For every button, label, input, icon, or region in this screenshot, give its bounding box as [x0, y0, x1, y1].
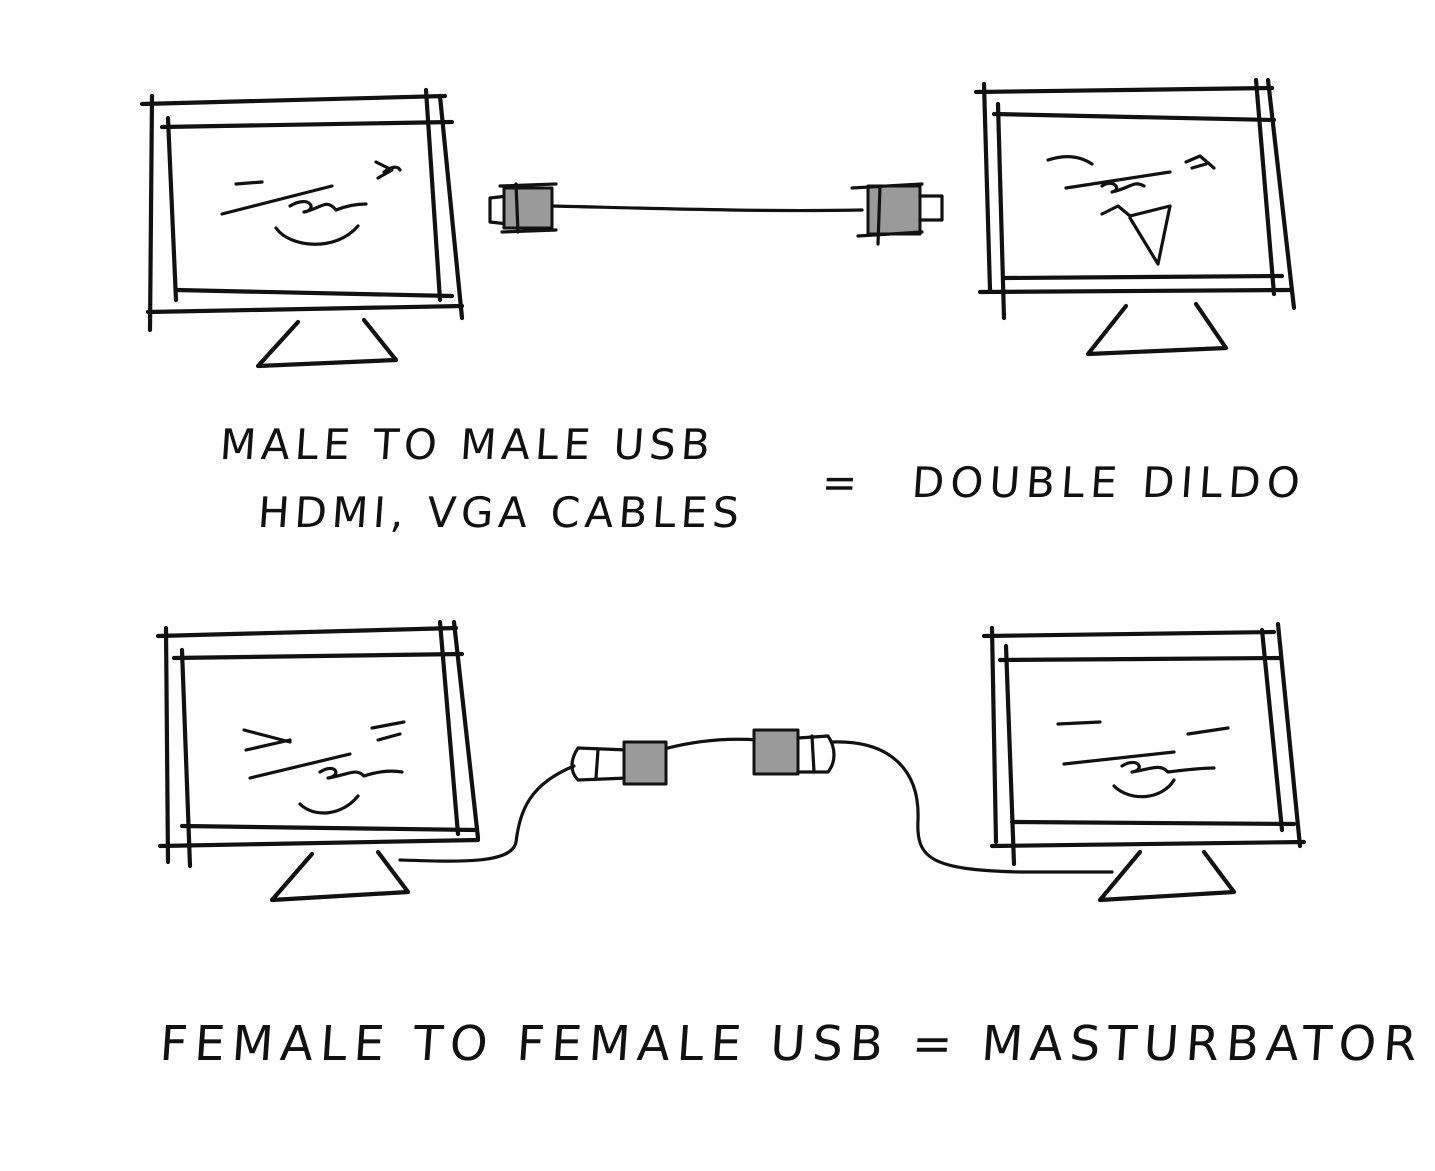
monitor-frame	[973, 77, 1297, 321]
monitor-frame	[139, 87, 465, 333]
drawing-canvas	[139, 77, 1307, 903]
monitor-frame	[981, 621, 1307, 867]
female-plug-right	[752, 728, 836, 776]
monitor-top-left	[139, 87, 465, 369]
face-content	[1056, 720, 1230, 799]
caption-male-line-2: HDMI, VGA CABLES	[256, 488, 746, 537]
cable-wire	[550, 204, 864, 213]
male-plug-left	[488, 182, 558, 234]
monitor-top-right	[973, 77, 1297, 357]
female-plug-left	[570, 740, 668, 786]
monitor-frame	[155, 619, 481, 869]
caption-male-equals: =	[820, 458, 865, 507]
monitor-stand	[1085, 301, 1229, 357]
cable-wire-middle	[666, 737, 760, 750]
caption-male-result: DOUBLE DILDO	[910, 458, 1308, 507]
cable-wire-left	[398, 764, 576, 863]
face-laughing	[1046, 154, 1216, 266]
face-grinning	[220, 160, 402, 246]
cable-wire-right	[830, 740, 1114, 874]
caption-female-line: FEMALE TO FEMALE USB = MASTURBATOR	[158, 1016, 1426, 1072]
face-smiling	[242, 720, 406, 815]
male-plug-right	[850, 182, 944, 246]
cable-female-to-female	[398, 728, 1114, 874]
monitor-bottom-left	[155, 619, 481, 903]
monitor-stand	[255, 317, 399, 369]
monitor-bottom-right	[981, 621, 1307, 903]
monitor-stand	[269, 849, 411, 903]
monitor-stand	[1097, 849, 1237, 903]
cable-male-to-male	[488, 182, 944, 246]
caption-male-line-1: MALE TO MALE USB	[218, 420, 717, 469]
